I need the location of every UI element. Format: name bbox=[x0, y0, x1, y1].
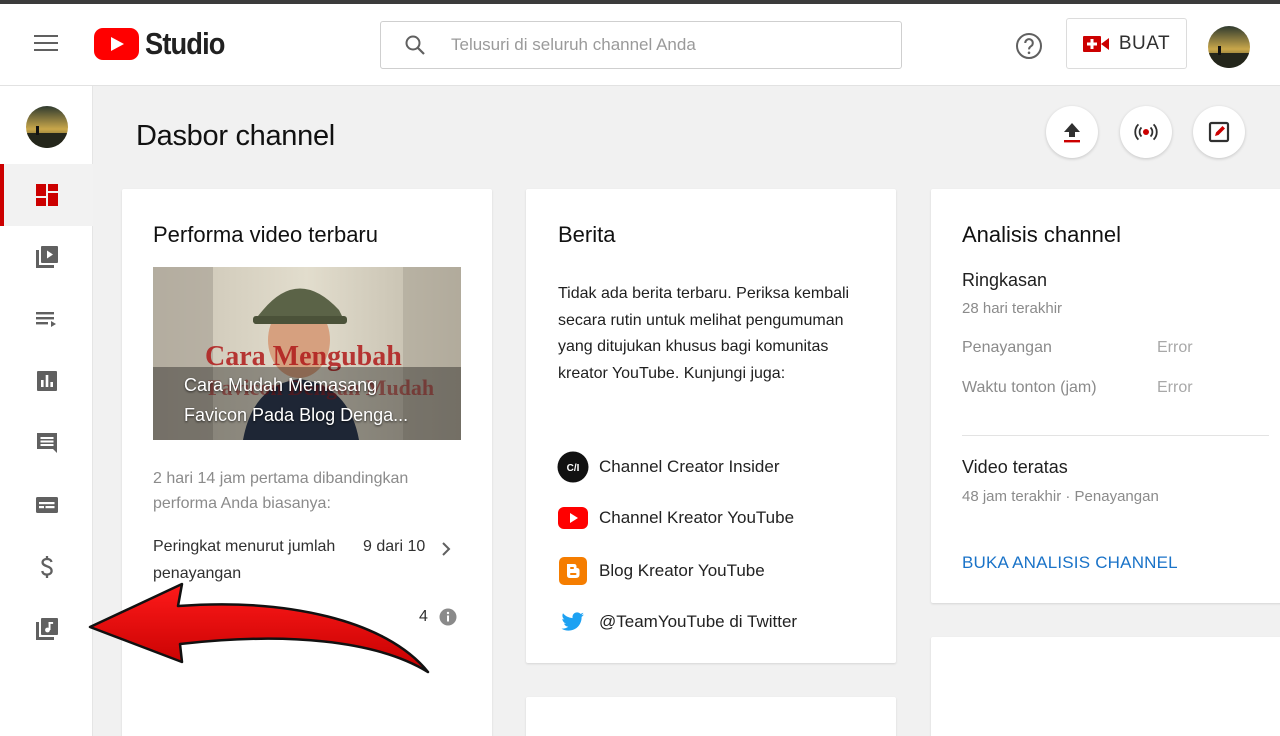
blogger-icon bbox=[557, 555, 589, 587]
comments-icon bbox=[36, 433, 57, 453]
playlist-icon bbox=[35, 312, 56, 327]
creator-insider-icon: C/I bbox=[557, 451, 589, 483]
top-bar: Studio BUAT bbox=[0, 4, 1280, 86]
metric-label-watch-time: Waktu tonton (jam) bbox=[962, 379, 1097, 396]
news-card-secondary bbox=[526, 697, 896, 736]
top-videos-title: Video teratas bbox=[962, 457, 1068, 477]
video-camera-icon bbox=[1082, 35, 1109, 52]
card-title: Performa video terbaru bbox=[153, 222, 378, 247]
summary-period: 28 hari terakhir bbox=[962, 300, 1063, 317]
sidebar-item-playlists[interactable] bbox=[0, 288, 93, 350]
link-label: Blog Kreator YouTube bbox=[599, 561, 765, 580]
live-broadcast-icon bbox=[1134, 123, 1158, 141]
chevron-right-icon[interactable] bbox=[440, 542, 452, 556]
sidebar bbox=[0, 86, 93, 736]
metric-value-watch-time: Error bbox=[1157, 379, 1193, 396]
divider bbox=[962, 435, 1269, 436]
metric-value-views: Error bbox=[1157, 339, 1193, 356]
link-creator-insider[interactable]: C/I Channel Creator Insider bbox=[557, 451, 779, 483]
menu-icon[interactable] bbox=[34, 35, 58, 53]
news-card: Berita Tidak ada berita terbaru. Periksa… bbox=[526, 189, 896, 663]
upload-button[interactable] bbox=[1046, 106, 1098, 158]
sidebar-item-analytics[interactable] bbox=[0, 350, 93, 412]
search-icon bbox=[405, 35, 425, 55]
metric-label-views: Penayangan bbox=[962, 339, 1052, 356]
comparison-text: 2 hari 14 jam pertama dibandingkan perfo… bbox=[153, 470, 409, 512]
analytics-card-secondary bbox=[931, 637, 1280, 736]
channel-analytics-card: Analisis channel Ringkasan 28 hari terak… bbox=[931, 189, 1280, 603]
video-title[interactable]: Cara Mudah Memasang Favicon Pada Blog De… bbox=[184, 370, 444, 430]
channel-avatar[interactable] bbox=[26, 106, 68, 148]
annotation-arrow bbox=[88, 582, 430, 674]
subtitles-icon bbox=[35, 497, 58, 513]
dollar-icon bbox=[40, 556, 53, 578]
account-avatar[interactable] bbox=[1208, 26, 1250, 68]
dashboard-icon bbox=[35, 184, 58, 206]
rank-value: 9 dari 10 bbox=[363, 538, 426, 555]
channel-avatar-image bbox=[26, 106, 68, 148]
sidebar-item-content[interactable] bbox=[0, 226, 93, 288]
create-button[interactable]: BUAT bbox=[1066, 18, 1187, 69]
link-youtube-creators[interactable]: Channel Kreator YouTube bbox=[557, 502, 794, 534]
info-icon[interactable] bbox=[439, 608, 457, 626]
top-videos-subtitle: 48 jam terakhir · Penayangan bbox=[962, 488, 1159, 505]
upload-icon bbox=[1064, 123, 1080, 143]
news-body: Tidak ada berita terbaru. Periksa kembal… bbox=[558, 285, 850, 382]
sidebar-item-comments[interactable] bbox=[0, 412, 93, 474]
analytics-icon bbox=[36, 371, 57, 391]
search-box[interactable] bbox=[380, 21, 902, 69]
create-button-label: BUAT bbox=[1118, 32, 1171, 54]
sidebar-item-monetization[interactable] bbox=[0, 536, 93, 598]
video-thumbnail[interactable]: Cara Mengubah Favicon Dengan Mudah Cara … bbox=[153, 267, 461, 440]
avatar-image bbox=[1208, 26, 1250, 68]
video-library-icon bbox=[35, 246, 58, 268]
logo-text: Studio bbox=[145, 26, 225, 61]
card-title: Berita bbox=[558, 222, 616, 247]
sidebar-item-subtitles[interactable] bbox=[0, 474, 93, 536]
music-library-icon bbox=[35, 618, 58, 640]
link-creator-blog[interactable]: Blog Kreator YouTube bbox=[557, 555, 765, 587]
link-twitter[interactable]: @TeamYouTube di Twitter bbox=[557, 606, 797, 638]
link-label: Channel Kreator YouTube bbox=[599, 508, 795, 527]
go-live-button[interactable] bbox=[1120, 106, 1172, 158]
page-title: Dasbor channel bbox=[136, 120, 335, 152]
help-icon[interactable] bbox=[1014, 31, 1044, 61]
search-input[interactable] bbox=[451, 35, 871, 55]
creator-insider-glyph: C/I bbox=[567, 463, 580, 474]
sidebar-item-dashboard[interactable] bbox=[0, 164, 93, 226]
summary-title: Ringkasan bbox=[962, 270, 1048, 290]
youtube-icon bbox=[557, 502, 589, 534]
link-label: @TeamYouTube di Twitter bbox=[599, 612, 798, 631]
studio-logo[interactable]: Studio bbox=[94, 26, 235, 62]
link-label: Channel Creator Insider bbox=[599, 457, 780, 476]
youtube-logo-icon bbox=[94, 28, 139, 60]
twitter-icon bbox=[557, 606, 589, 638]
create-post-button[interactable] bbox=[1193, 106, 1245, 158]
edit-post-icon bbox=[1208, 121, 1230, 143]
card-title: Analisis channel bbox=[962, 222, 1121, 247]
open-channel-analytics-link[interactable]: BUKA ANALISIS CHANNEL bbox=[962, 553, 1178, 573]
sidebar-item-audio-library[interactable] bbox=[0, 598, 93, 660]
